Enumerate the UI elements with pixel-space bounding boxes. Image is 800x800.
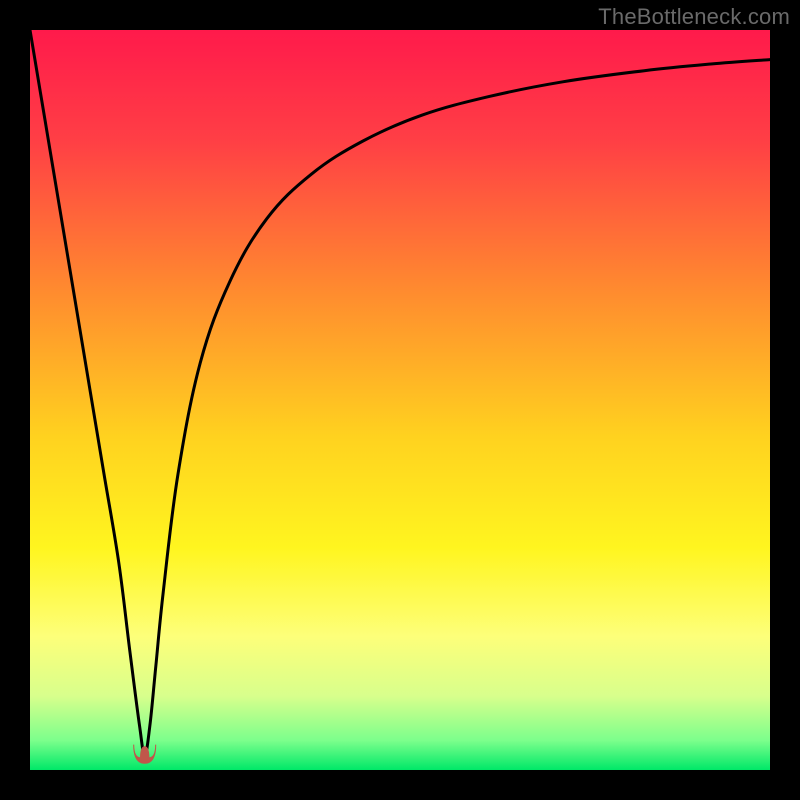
watermark-text: TheBottleneck.com (598, 4, 790, 30)
chart-frame: TheBottleneck.com (0, 0, 800, 800)
chart-svg (30, 30, 770, 770)
plot-area (30, 30, 770, 770)
gradient-rect (30, 30, 770, 770)
